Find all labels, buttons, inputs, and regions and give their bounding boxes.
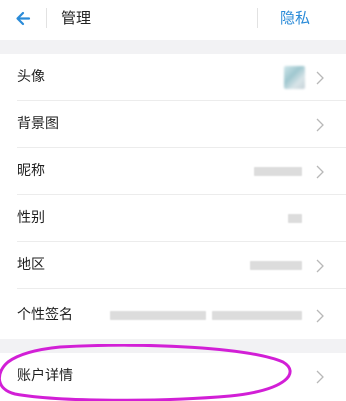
background-image-row-label: 背景图 — [17, 116, 59, 132]
header-bar: 管理 隐私 — [0, 0, 346, 40]
header-right-divider — [257, 8, 258, 28]
nickname-row-label: 昵称 — [17, 163, 45, 179]
header-divider — [46, 8, 47, 28]
chevron-right-icon — [316, 370, 324, 384]
signature-row-label: 个性签名 — [17, 307, 73, 323]
avatar-row[interactable]: 头像 — [0, 54, 346, 101]
section-gap — [0, 40, 346, 54]
chevron-right-icon — [316, 71, 324, 85]
region-value-blurred — [250, 261, 302, 270]
account-details-row-label: 账户详情 — [17, 368, 73, 384]
avatar — [284, 66, 305, 89]
section-gap — [0, 339, 346, 353]
chevron-right-icon — [316, 165, 324, 179]
chevron-right-icon — [316, 309, 324, 323]
nickname-row[interactable]: 昵称 — [0, 148, 346, 195]
back-arrow-icon — [8, 4, 38, 34]
background-image-row[interactable]: 背景图 — [0, 101, 346, 148]
avatar-row-label: 头像 — [17, 69, 45, 85]
chevron-right-icon — [316, 259, 324, 273]
region-row[interactable]: 地区 — [0, 242, 346, 289]
back-button[interactable] — [8, 4, 38, 34]
gender-value-blurred — [288, 214, 302, 223]
nickname-value-blurred — [254, 167, 302, 176]
page-title: 管理 — [61, 9, 92, 27]
manage-page: 管理 隐私 头像 背景图 昵称 性别 地区 个性签名 账户详情 — [0, 0, 346, 401]
signature-value-blurred-1 — [110, 311, 206, 320]
gender-row[interactable]: 性别 — [0, 195, 346, 242]
row-divider — [17, 288, 346, 289]
signature-value-blurred-2 — [212, 311, 302, 320]
chevron-right-icon — [316, 118, 324, 132]
account-details-row[interactable]: 账户详情 — [0, 353, 346, 400]
signature-row[interactable]: 个性签名 — [0, 292, 346, 339]
region-row-label: 地区 — [17, 257, 45, 273]
privacy-button[interactable]: 隐私 — [280, 8, 310, 28]
gender-row-label: 性别 — [17, 210, 45, 226]
